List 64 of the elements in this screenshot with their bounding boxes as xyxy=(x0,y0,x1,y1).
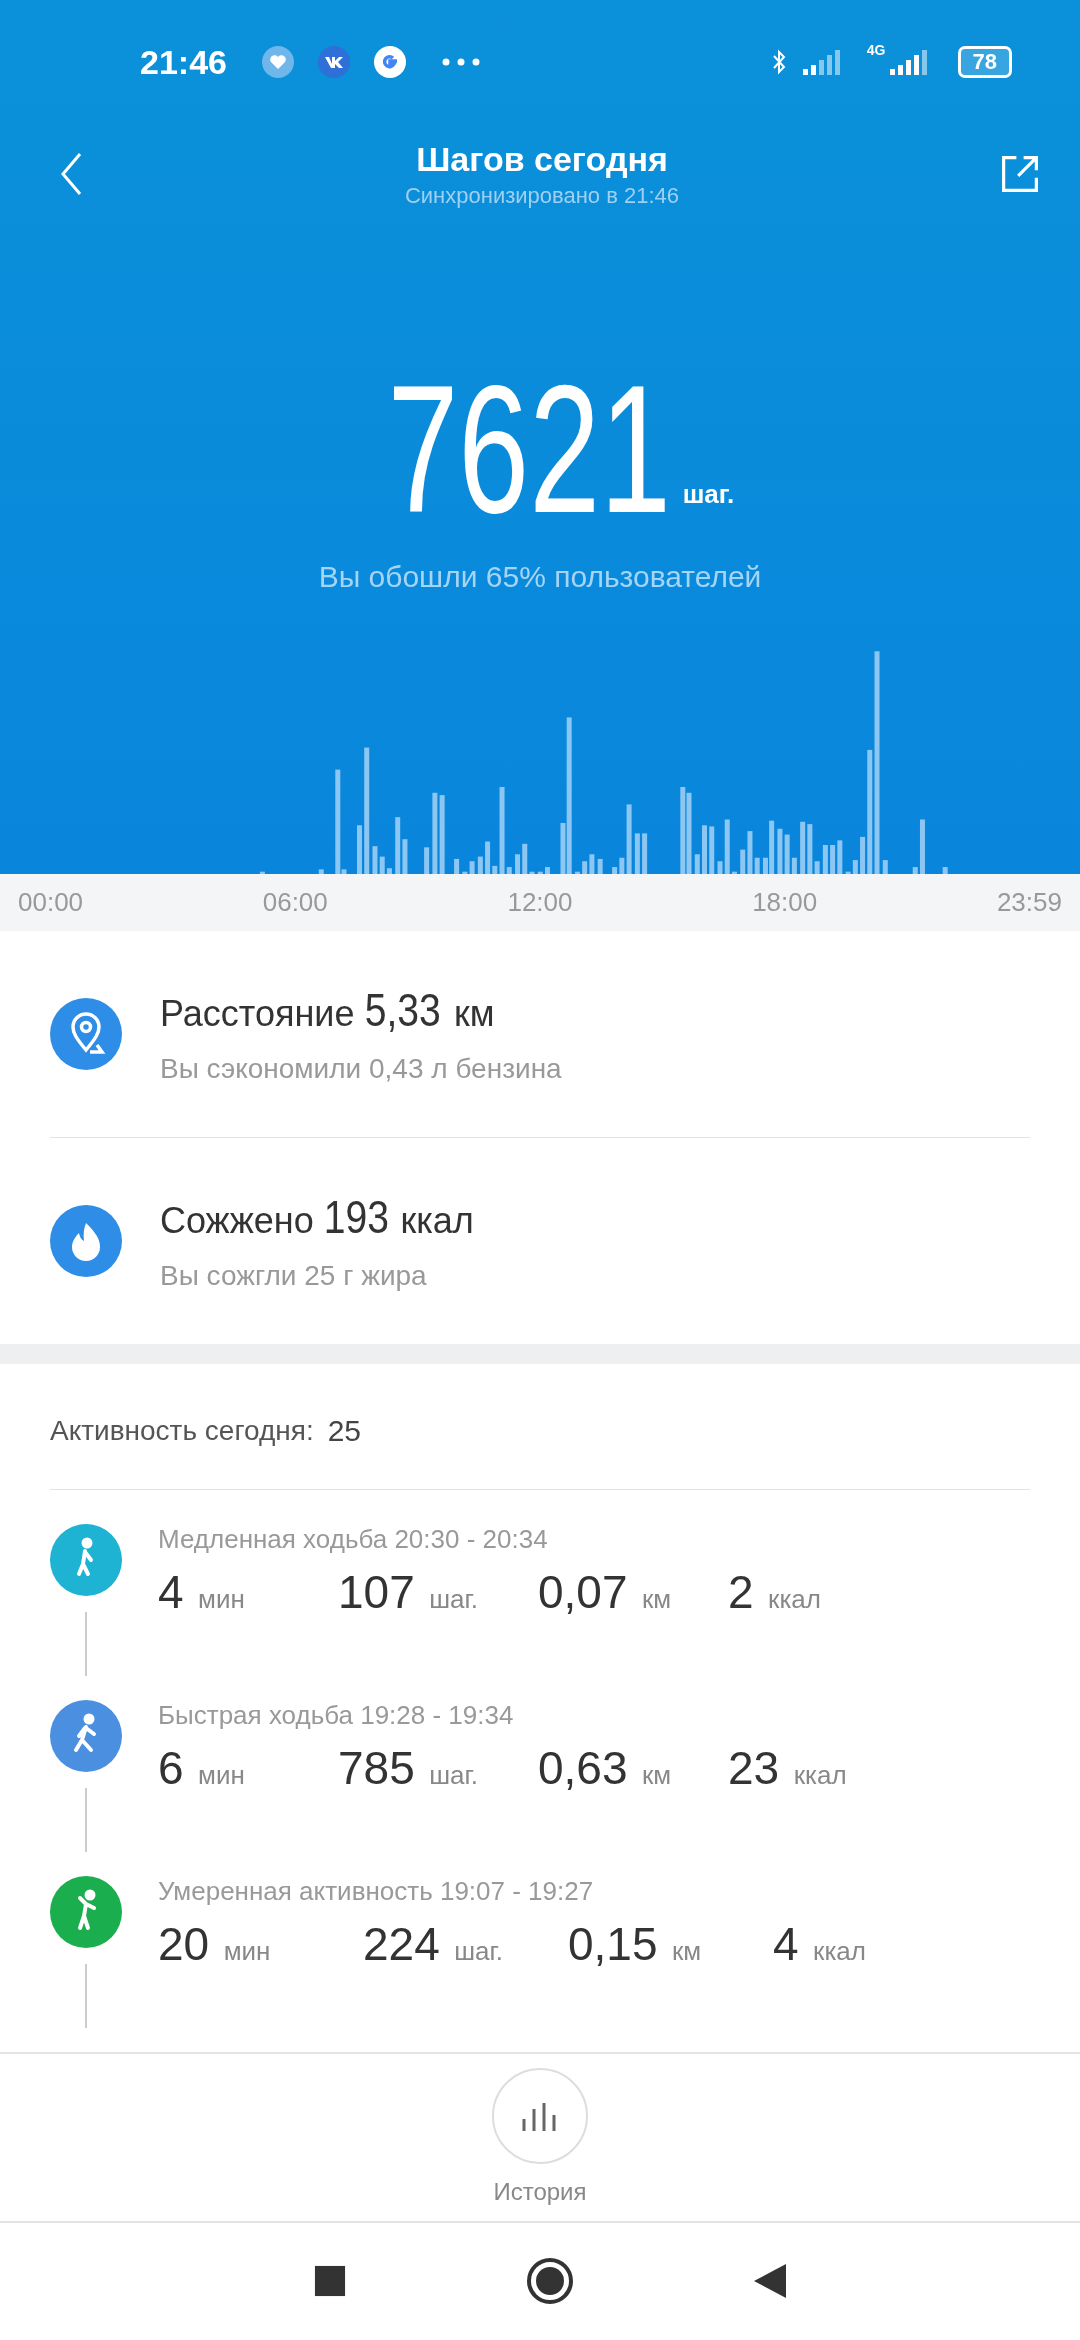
step-bar xyxy=(454,858,460,874)
step-bar xyxy=(642,833,648,874)
step-bar xyxy=(942,867,948,874)
back-nav-button[interactable] xyxy=(754,2263,786,2300)
step-bar xyxy=(318,869,324,874)
step-bar xyxy=(574,871,580,874)
step-bar xyxy=(597,858,603,874)
step-unit: шаг. xyxy=(682,479,735,510)
step-bar xyxy=(882,860,888,874)
step-count: 7621 xyxy=(387,374,671,524)
step-bar xyxy=(477,856,483,874)
step-bar xyxy=(709,826,715,874)
bluetooth-icon xyxy=(770,48,787,76)
time-axis-label: 00:00 xyxy=(18,886,84,918)
activity-metric: 4 мин xyxy=(158,1564,246,1619)
step-bar xyxy=(702,825,707,874)
activity-title: Медленная ходьба 20:30 - 20:34 xyxy=(158,1523,549,1555)
time-axis-label: 18:00 xyxy=(752,886,818,918)
time-axis-label: 23:59 xyxy=(996,886,1062,918)
activity-count: 25 xyxy=(327,1414,362,1449)
activity-metric: 0,15 км xyxy=(568,1916,703,1971)
step-bar xyxy=(822,845,828,874)
stat-title: Расстояние 5,33 км xyxy=(160,982,496,1037)
health-app-icon xyxy=(260,45,295,79)
google-app-icon xyxy=(372,45,407,79)
recents-button[interactable] xyxy=(314,2265,346,2298)
activity-metric: 107 шаг. xyxy=(338,1564,480,1619)
battery-level: 78 xyxy=(957,46,1012,78)
activity-metric: 6 мин xyxy=(158,1740,246,1795)
page-title: Шагов сегодня xyxy=(416,139,668,179)
step-bar xyxy=(634,833,640,874)
status-time: 21:46 xyxy=(140,42,227,82)
time-axis-label: 06:00 xyxy=(262,886,328,918)
activity-metric: 0,07 км xyxy=(538,1564,673,1619)
stat-note: Вы сожгли 25 г жира xyxy=(160,1259,428,1292)
step-bar xyxy=(259,871,265,874)
step-bar xyxy=(424,847,430,874)
stat-note: Вы сэкономили 0,43 л бензина xyxy=(160,1052,562,1085)
location-pin-icon xyxy=(50,997,122,1070)
activity-metric: 23 ккал xyxy=(728,1740,848,1795)
more-notifications-icon xyxy=(440,57,481,67)
home-button[interactable] xyxy=(526,2257,574,2306)
comparison-text: Вы обошли 65% пользователей xyxy=(318,560,762,594)
time-axis-label: 12:00 xyxy=(507,886,573,918)
activity-label: Активность сегодня: xyxy=(50,1415,314,1448)
signal-icon xyxy=(889,49,930,75)
step-bar xyxy=(694,854,700,874)
step-bar xyxy=(357,825,362,874)
signal-icon xyxy=(802,49,843,75)
stat-title: Сожжено 193 ккал xyxy=(160,1189,474,1244)
activity-metric: 4 ккал xyxy=(773,1916,867,1971)
activity-metric: 20 мин xyxy=(158,1916,272,1971)
activity-title: Умеренная активность 19:07 - 19:27 xyxy=(158,1875,595,1907)
step-bar xyxy=(545,867,550,874)
social-app-icon xyxy=(316,45,351,79)
activity-metric: 785 шаг. xyxy=(338,1740,480,1795)
activity-metric: 2 ккал xyxy=(728,1564,822,1619)
step-bar xyxy=(537,871,543,874)
sync-status: Синхронизировано в 21:46 xyxy=(404,182,680,209)
flame-icon xyxy=(50,1204,122,1277)
network-type: 4G xyxy=(866,42,886,58)
activity-metric: 224 шаг. xyxy=(363,1916,505,1971)
activity-title: Быстрая ходьба 19:28 - 19:34 xyxy=(158,1699,515,1731)
activity-metric: 0,63 км xyxy=(538,1740,673,1795)
